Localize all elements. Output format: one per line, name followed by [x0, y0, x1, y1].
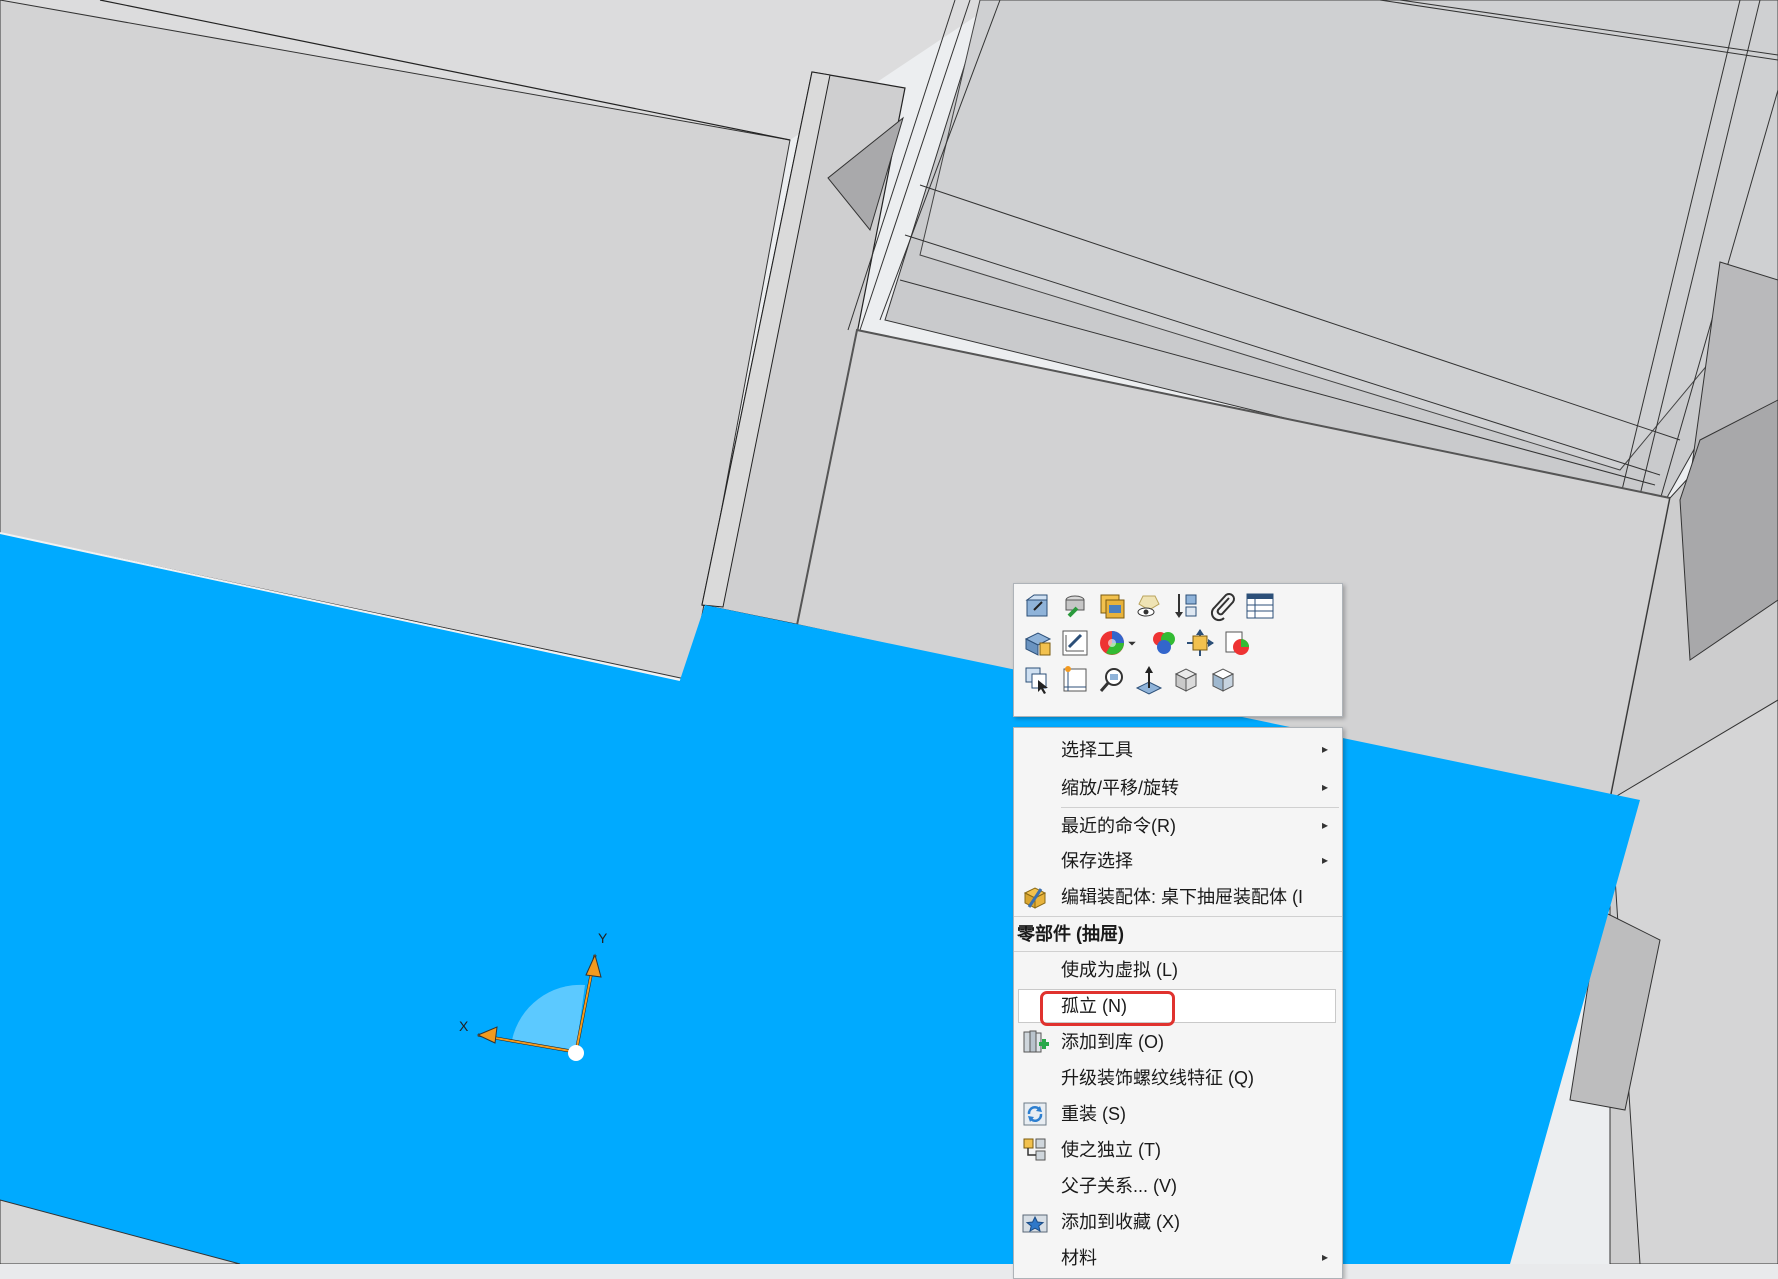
axis-label-x: X: [459, 1018, 469, 1034]
menu-label: 材料: [1061, 1248, 1097, 1268]
view-orientation-icon[interactable]: [1168, 663, 1204, 697]
axis-label-y: Y: [598, 930, 608, 946]
reload-icon: [1021, 1100, 1049, 1128]
menu-item-reload[interactable]: 重装 (S): [1014, 1097, 1342, 1131]
menu-item-upgrade-thread[interactable]: 升级装饰螺纹线特征 (Q): [1014, 1061, 1342, 1095]
menu-item-add-to-library[interactable]: 添加到库 (O): [1014, 1025, 1342, 1059]
graphics-viewport[interactable]: Y X: [0, 0, 1778, 1264]
open-assembly-icon[interactable]: [1094, 589, 1130, 623]
submenu-arrow-icon: ▸: [1321, 818, 1328, 832]
move-down-icon[interactable]: [1168, 589, 1204, 623]
edit-feature-icon[interactable]: [1057, 589, 1093, 623]
menu-label: 添加到收藏 (X): [1061, 1212, 1180, 1232]
submenu-arrow-icon: ▸: [1321, 780, 1328, 794]
sketch-plane-icon[interactable]: [1057, 663, 1093, 697]
menu-label: 编辑装配体: 桌下抽屉装配体 (I: [1061, 887, 1303, 907]
menu-item-save-selection[interactable]: 保存选择 ▸: [1014, 844, 1342, 878]
menu-item-recent-commands[interactable]: 最近的命令(R) ▸: [1014, 809, 1342, 843]
edit-assembly-icon: [1021, 883, 1049, 911]
menu-item-zoom-pan-rotate[interactable]: 缩放/平移/旋转 ▸: [1014, 771, 1342, 805]
move-component-icon[interactable]: [1182, 626, 1218, 660]
menu-label: 缩放/平移/旋转: [1061, 778, 1180, 798]
menu-label: 使之独立 (T): [1061, 1140, 1161, 1160]
menu-separator: [1014, 951, 1342, 952]
paperclip-icon[interactable]: [1205, 589, 1241, 623]
make-independent-icon: [1021, 1136, 1049, 1164]
submenu-arrow-icon: ▸: [1321, 742, 1328, 756]
appearance-colors-icon[interactable]: [1146, 626, 1182, 660]
menu-label: 父子关系... (V): [1061, 1176, 1177, 1196]
open-part-icon[interactable]: [1020, 589, 1056, 623]
menu-label: 最近的命令(R): [1061, 816, 1176, 836]
submenu-arrow-icon: ▸: [1321, 1250, 1328, 1264]
menu-separator: [1061, 807, 1339, 808]
dropdown-arrow-icon[interactable]: [1122, 626, 1142, 660]
menu-label: 重装 (S): [1061, 1104, 1126, 1124]
menu-label: 使成为虚拟 (L): [1061, 960, 1178, 980]
menu-item-make-independent[interactable]: 使之独立 (T): [1014, 1133, 1342, 1167]
menu-item-material[interactable]: 材料 ▸: [1014, 1241, 1342, 1275]
component-props-icon[interactable]: [1020, 626, 1056, 660]
edit-sketch-icon[interactable]: [1057, 626, 1093, 660]
submenu-arrow-icon: ▸: [1321, 853, 1328, 867]
material-icon[interactable]: [1219, 626, 1255, 660]
menu-item-add-to-favorites[interactable]: 添加到收藏 (X): [1014, 1205, 1342, 1239]
menu-item-edit-assembly[interactable]: 编辑装配体: 桌下抽屉装配体 (I: [1014, 880, 1342, 914]
hide-show-icon[interactable]: [1131, 589, 1167, 623]
favorites-star-icon: [1021, 1208, 1049, 1236]
context-toolbar: [1013, 583, 1343, 717]
menu-section-header: 零部件 (抽屉): [1014, 917, 1342, 951]
section-header-label: 零部件 (抽屉): [1017, 924, 1124, 944]
menu-label: 添加到库 (O): [1061, 1032, 1164, 1052]
zoom-to-selection-icon[interactable]: [1094, 663, 1130, 697]
menu-label: 升级装饰螺纹线特征 (Q): [1061, 1068, 1254, 1088]
model-view[interactable]: Y X: [0, 0, 1778, 1264]
annotation-highlight-box: [1040, 991, 1175, 1026]
menu-label: 选择工具: [1061, 740, 1133, 760]
normal-to-icon[interactable]: [1131, 663, 1167, 697]
context-menu: 选择工具 ▸ 缩放/平移/旋转 ▸ 最近的命令(R) ▸ 保存选择 ▸ 编辑装配…: [1013, 727, 1343, 1279]
menu-label: 保存选择: [1061, 851, 1133, 871]
add-to-library-icon: [1021, 1028, 1049, 1056]
properties-table-icon[interactable]: [1242, 589, 1278, 623]
select-other-icon[interactable]: [1020, 663, 1056, 697]
menu-item-select-tools[interactable]: 选择工具 ▸: [1014, 733, 1342, 767]
menu-item-parent-child[interactable]: 父子关系... (V): [1014, 1169, 1342, 1203]
menu-item-make-virtual[interactable]: 使成为虚拟 (L): [1014, 953, 1342, 987]
isometric-view-icon[interactable]: [1205, 663, 1241, 697]
